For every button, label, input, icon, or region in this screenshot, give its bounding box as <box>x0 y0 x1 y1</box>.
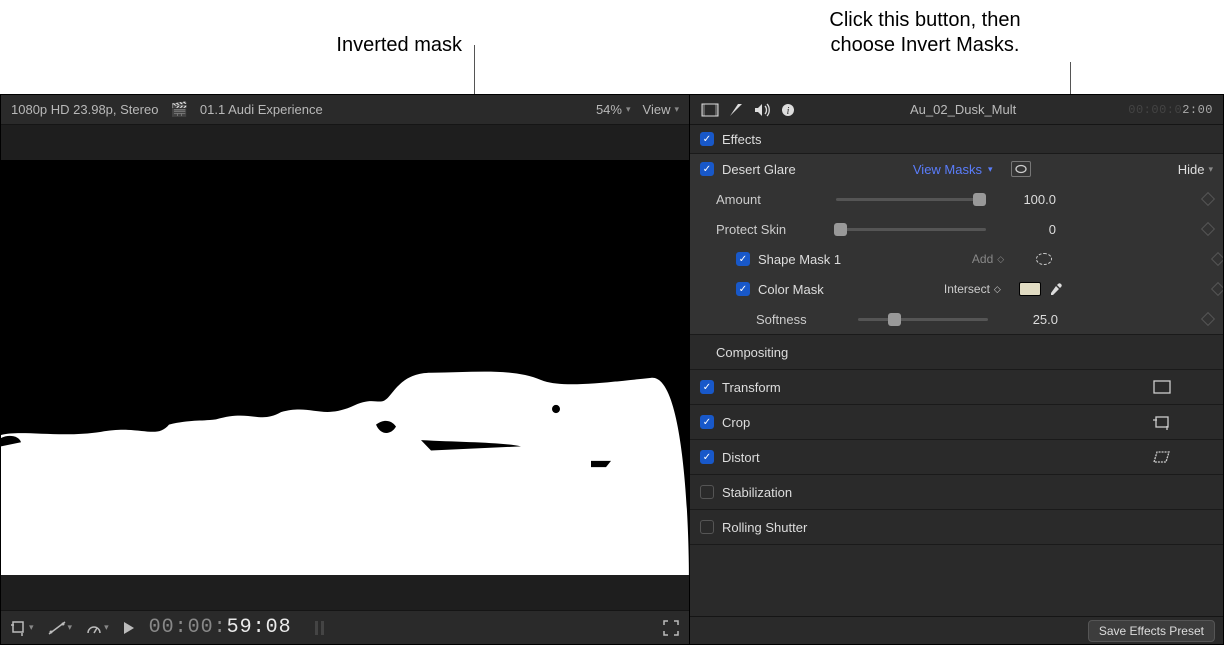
shape-mask-checkbox[interactable]: ✓ <box>736 252 750 266</box>
param-protect-skin: Protect Skin 0 <box>690 214 1223 244</box>
viewer-canvas[interactable] <box>1 125 689 610</box>
fullscreen-icon[interactable] <box>663 620 679 636</box>
distort-section[interactable]: ✓ Distort <box>690 440 1223 474</box>
inspector-pane: i Au_02_Dusk_Mult 00:00:02:00 ✓ Effects … <box>689 95 1223 644</box>
keyframe-icon[interactable] <box>1211 252 1223 266</box>
speed-gauge-icon[interactable]: ▾ <box>86 621 109 635</box>
param-color-mask: ✓ Color Mask Intersect ◇ <box>690 274 1223 304</box>
stabilization-checkbox[interactable] <box>700 485 714 499</box>
stabilization-section[interactable]: Stabilization <box>690 475 1223 509</box>
distort-checkbox[interactable]: ✓ <box>700 450 714 464</box>
effect-row-desert-glare[interactable]: ✓ Desert Glare View Masks ▾ Hide ▾ <box>690 154 1223 184</box>
chevron-down-icon: ▾ <box>988 164 993 175</box>
video-inspector-tab[interactable] <box>700 100 720 120</box>
softness-slider[interactable] <box>858 318 988 321</box>
crop-tool-icon[interactable]: ▾ <box>11 620 34 636</box>
clip-title: 01.1 Audi Experience <box>200 102 323 117</box>
viewer-pane: 1080p HD 23.98p, Stereo 🎬 01.1 Audi Expe… <box>1 95 689 644</box>
transform-icon[interactable] <box>1153 380 1171 394</box>
callout-inverted-mask: Inverted mask <box>182 34 462 57</box>
transform-section[interactable]: ✓ Transform <box>690 370 1223 404</box>
play-button[interactable] <box>123 621 135 635</box>
mask-menu-button[interactable] <box>1011 161 1031 177</box>
save-effects-preset-button[interactable]: Save Effects Preset <box>1088 620 1215 642</box>
chevron-down-icon: ▾ <box>674 104 679 115</box>
keyframe-icon[interactable] <box>1201 192 1215 206</box>
color-mask-mode[interactable]: Intersect ◇ <box>944 282 1001 296</box>
shape-mask-mode[interactable]: Add ◇ <box>972 252 1004 266</box>
shape-mask-icon[interactable] <box>1036 253 1052 265</box>
app-window: 1080p HD 23.98p, Stereo 🎬 01.1 Audi Expe… <box>0 94 1224 645</box>
inspector-footer: Save Effects Preset <box>690 616 1223 644</box>
info-inspector-tab[interactable]: i <box>778 100 798 120</box>
inspector-timecode: 00:00:02:00 <box>1128 103 1213 117</box>
crop-checkbox[interactable]: ✓ <box>700 415 714 429</box>
format-label: 1080p HD 23.98p, Stereo <box>11 102 158 117</box>
hide-effect-button[interactable]: Hide ▾ <box>1178 162 1213 177</box>
audio-meter-icon[interactable] <box>312 619 328 637</box>
svg-text:i: i <box>787 106 790 117</box>
effects-section-header[interactable]: ✓ Effects <box>690 125 1223 153</box>
inspector-body: ✓ Effects ✓ Desert Glare View Masks ▾ <box>690 125 1223 616</box>
color-inspector-tab[interactable] <box>726 100 746 120</box>
help-callouts: Inverted mask Click this button, then ch… <box>0 0 1224 90</box>
inverted-mask-preview <box>1 160 689 575</box>
transform-checkbox[interactable]: ✓ <box>700 380 714 394</box>
crop-icon[interactable] <box>1153 414 1171 430</box>
color-mask-checkbox[interactable]: ✓ <box>736 282 750 296</box>
viewer-header: 1080p HD 23.98p, Stereo 🎬 01.1 Audi Expe… <box>1 95 689 125</box>
audio-inspector-tab[interactable] <box>752 100 772 120</box>
effect-enable-checkbox[interactable]: ✓ <box>700 162 714 176</box>
chevron-down-icon: ▾ <box>1208 164 1213 175</box>
zoom-dropdown[interactable]: 54% ▾ <box>596 102 631 117</box>
keyframe-icon[interactable] <box>1211 282 1223 296</box>
retime-tool-icon[interactable]: ▾ <box>48 621 73 635</box>
view-masks-dropdown[interactable]: View Masks ▾ <box>913 162 993 177</box>
softness-value[interactable]: 25.0 <box>998 312 1058 327</box>
protect-skin-value[interactable]: 0 <box>996 222 1056 237</box>
amount-slider[interactable] <box>836 198 986 201</box>
view-dropdown[interactable]: View ▾ <box>643 102 679 117</box>
keyframe-icon[interactable] <box>1201 222 1215 236</box>
timecode-display[interactable]: 00:00:59:08 <box>149 616 292 639</box>
chevron-down-icon: ▾ <box>626 104 631 115</box>
amount-value[interactable]: 100.0 <box>996 192 1056 207</box>
effects-checkbox[interactable]: ✓ <box>700 132 714 146</box>
rolling-shutter-section[interactable]: Rolling Shutter <box>690 510 1223 544</box>
eyedropper-icon[interactable] <box>1049 282 1063 296</box>
rolling-shutter-checkbox[interactable] <box>700 520 714 534</box>
param-shape-mask: ✓ Shape Mask 1 Add ◇ <box>690 244 1223 274</box>
param-amount: Amount 100.0 <box>690 184 1223 214</box>
crop-section[interactable]: ✓ Crop <box>690 405 1223 439</box>
callout-invert-button: Click this button, then choose Invert Ma… <box>785 8 1065 58</box>
inspector-clip-name: Au_02_Dusk_Mult <box>808 102 1118 117</box>
inspector-header: i Au_02_Dusk_Mult 00:00:02:00 <box>690 95 1223 125</box>
clapper-icon: 🎬 <box>170 101 187 118</box>
param-softness: Softness 25.0 <box>690 304 1223 334</box>
viewer-footer: ▾ ▾ ▾ 00:00:59:08 <box>1 610 689 644</box>
protect-skin-slider[interactable] <box>836 228 986 231</box>
color-swatch[interactable] <box>1019 282 1041 296</box>
compositing-section[interactable]: Compositing <box>690 335 1223 369</box>
keyframe-icon[interactable] <box>1201 312 1215 326</box>
distort-icon[interactable] <box>1151 450 1171 464</box>
